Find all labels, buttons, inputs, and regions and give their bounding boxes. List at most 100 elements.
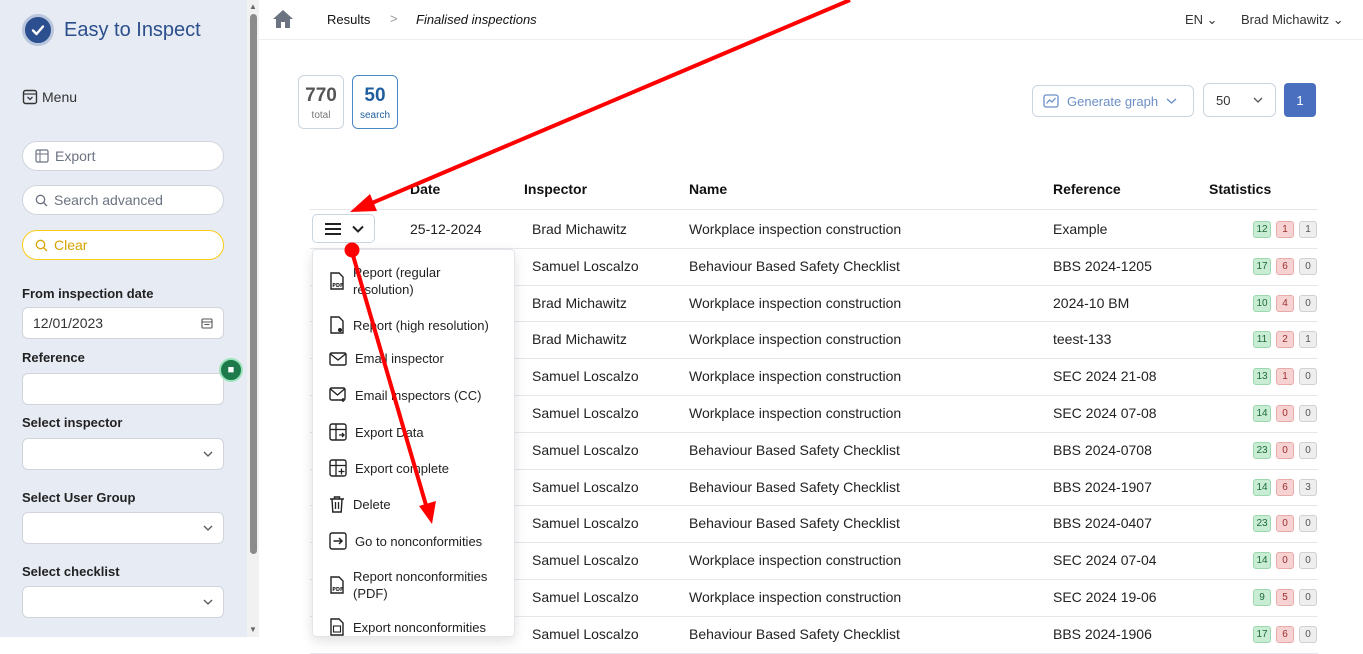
inspector-select[interactable]	[22, 438, 224, 470]
cell-reference: SEC 2024 07-04	[1053, 552, 1157, 568]
usergroup-select[interactable]	[22, 512, 224, 544]
table-icon	[35, 149, 49, 163]
menu-item-label: Delete	[353, 496, 391, 512]
scrollbar-thumb[interactable]	[250, 14, 257, 554]
menu-item-export-nonconformities[interactable]: Export nonconformities	[313, 618, 514, 636]
header-inspector[interactable]: Inspector	[524, 181, 587, 197]
pdf-icon: PDF	[330, 272, 344, 290]
stat-nok-badge: 6	[1276, 258, 1294, 275]
menu-item-export-data[interactable]: Export Data	[313, 423, 514, 441]
stat-na-badge: 0	[1299, 295, 1317, 312]
generate-graph-button[interactable]: Generate graph	[1032, 85, 1194, 117]
total-label: total	[311, 110, 331, 121]
stat-ok-badge: 14	[1253, 405, 1271, 422]
cell-reference: BBS 2024-1205	[1053, 258, 1152, 274]
stat-na-badge: 0	[1299, 368, 1317, 385]
menu-item-label: Export nonconformities	[353, 619, 486, 635]
menu-item-label: Export complete	[355, 460, 449, 476]
chevron-down-icon	[351, 225, 364, 233]
home-icon[interactable]	[272, 9, 294, 29]
calendar-icon[interactable]	[201, 317, 213, 329]
header-date[interactable]: Date	[410, 181, 440, 197]
mail-plus-icon	[329, 387, 346, 402]
stat-nok-badge: 4	[1276, 295, 1294, 312]
stat-ok-badge: 14	[1253, 479, 1271, 496]
checklist-select[interactable]	[22, 586, 224, 618]
cell-name: Workplace inspection construction	[689, 552, 902, 568]
app-name: Easy to Inspect	[64, 18, 201, 41]
chat-robot-icon[interactable]: ■	[219, 358, 243, 382]
user-menu[interactable]: Brad Michawitz ⌄	[1241, 12, 1344, 28]
stat-na-badge: 0	[1299, 515, 1317, 532]
language-selector[interactable]: EN ⌄	[1185, 12, 1218, 28]
svg-text:PDF: PDF	[332, 587, 343, 593]
stat-na-badge: 3	[1299, 479, 1317, 496]
from-date-input[interactable]: 12/01/2023	[22, 307, 224, 339]
clear-button[interactable]: Clear	[22, 230, 224, 260]
stat-ok-badge: 23	[1253, 442, 1271, 459]
page-size-select[interactable]: 50	[1203, 83, 1276, 117]
stat-na-badge: 0	[1299, 552, 1317, 569]
menu-item-export-complete[interactable]: Export complete	[313, 459, 514, 477]
check-icon	[22, 14, 54, 46]
header-statistics[interactable]: Statistics	[1209, 181, 1271, 197]
cell-reference: BBS 2024-0407	[1053, 515, 1152, 531]
menu-item-report-regular[interactable]: PDF Report (regular resolution)	[313, 264, 514, 298]
breadcrumb-results[interactable]: Results	[327, 12, 370, 27]
menu-item-email-inspector[interactable]: Email inspector	[313, 351, 514, 366]
menu-item-delete[interactable]: Delete	[313, 495, 514, 513]
stat-nok-badge: 0	[1276, 442, 1294, 459]
cell-reference: SEC 2024 07-08	[1053, 405, 1157, 421]
pdf-icon: PDF	[330, 576, 344, 594]
export-button[interactable]: Export	[22, 141, 224, 171]
stat-na-badge: 0	[1299, 589, 1317, 606]
menu-item-label: Email inspector	[355, 351, 444, 366]
cell-reference: BBS 2024-1906	[1053, 626, 1152, 642]
menu-item-go-to-nonconformities[interactable]: Go to nonconformities	[313, 532, 514, 550]
row-actions-menu: PDF Report (regular resolution) Report (…	[312, 249, 515, 637]
chevron-down-icon	[203, 451, 213, 457]
stat-ok-badge: 17	[1253, 626, 1271, 643]
cell-inspector: Samuel Loscalzo	[532, 258, 639, 274]
cell-inspector: Samuel Loscalzo	[532, 515, 639, 531]
cell-reference: BBS 2024-1907	[1053, 479, 1152, 495]
stat-ok-badge: 23	[1253, 515, 1271, 532]
stat-nok-badge: 2	[1276, 331, 1294, 348]
stat-nok-badge: 5	[1276, 589, 1294, 606]
breadcrumb-separator: >	[390, 11, 398, 26]
search-count-box: 50 search	[352, 75, 398, 129]
app-logo[interactable]: Easy to Inspect	[22, 14, 201, 46]
cell-inspector: Brad Michawitz	[532, 295, 627, 311]
checklist-label: Select checklist	[22, 564, 120, 579]
cell-name: Workplace inspection construction	[689, 221, 902, 237]
stat-nok-badge: 1	[1276, 221, 1294, 238]
scroll-down-icon[interactable]: ▼	[249, 625, 257, 634]
search-count: 50	[364, 85, 386, 106]
stat-ok-badge: 11	[1253, 331, 1271, 348]
cell-date: 25-12-2024	[410, 221, 482, 237]
menu-item-report-high[interactable]: Report (high resolution)	[313, 316, 514, 334]
export-table-icon	[329, 423, 347, 441]
cell-inspector: Samuel Loscalzo	[532, 479, 639, 495]
inspector-label: Select inspector	[22, 415, 123, 430]
cell-name: Behaviour Based Safety Checklist	[689, 258, 900, 274]
stat-nok-badge: 1	[1276, 368, 1294, 385]
header-name[interactable]: Name	[689, 181, 727, 197]
row-actions-button[interactable]	[312, 214, 375, 243]
menu-item-email-inspectors-cc[interactable]: Email inspectors (CC)	[313, 387, 514, 403]
scroll-up-icon[interactable]: ▲	[249, 2, 257, 11]
reference-input[interactable]	[22, 373, 224, 405]
stat-nok-badge: 6	[1276, 626, 1294, 643]
page-1-button[interactable]: 1	[1284, 83, 1316, 117]
stat-nok-badge: 0	[1276, 515, 1294, 532]
reference-label: Reference	[22, 350, 85, 365]
search-label: search	[359, 110, 390, 121]
stat-na-badge: 1	[1299, 221, 1317, 238]
cell-reference: SEC 2024 19-06	[1053, 589, 1157, 605]
cell-inspector: Samuel Loscalzo	[532, 626, 639, 642]
header-reference[interactable]: Reference	[1053, 181, 1121, 197]
menu-item-report-nonconformities[interactable]: PDF Report nonconformities (PDF)	[313, 568, 514, 602]
stat-na-badge: 0	[1299, 258, 1317, 275]
menu-toggle[interactable]: Menu	[22, 89, 77, 105]
search-advanced-input[interactable]: Search advanced	[22, 185, 224, 215]
